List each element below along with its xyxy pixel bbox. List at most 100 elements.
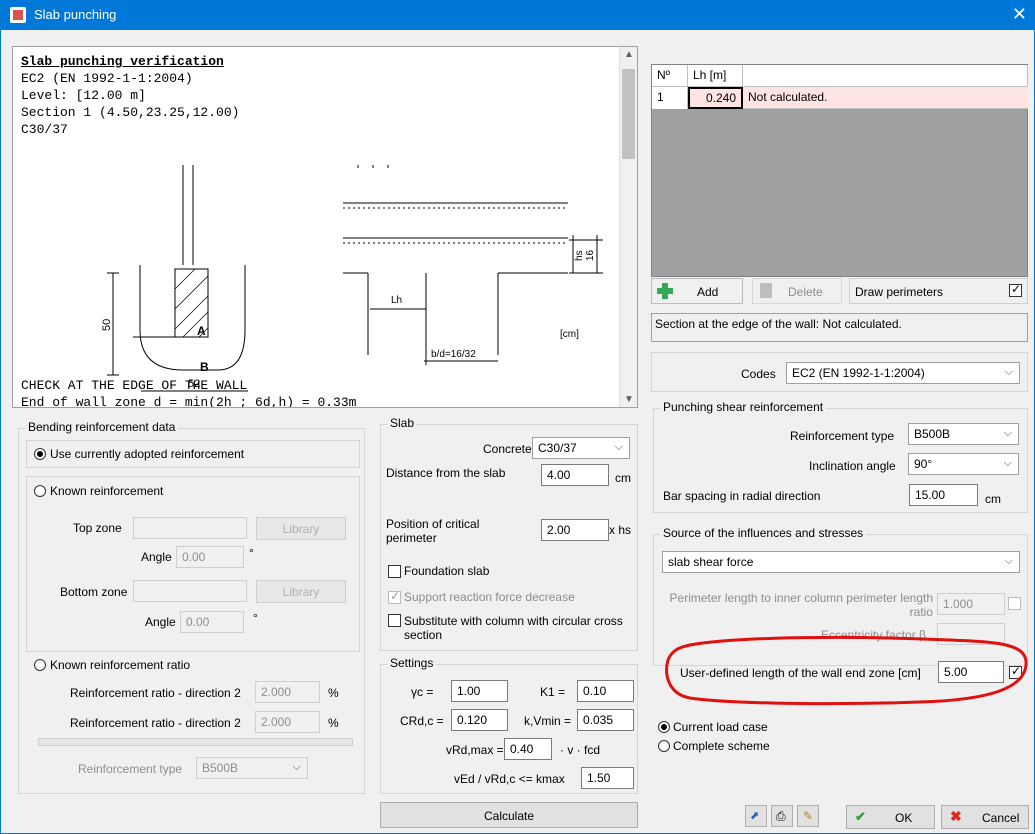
support-label[interactable]: Support reaction force decrease	[404, 590, 575, 604]
draw-perimeters-checkbox[interactable]: ✓	[1009, 282, 1022, 297]
dim-50: 50	[101, 319, 113, 331]
bottom-library-button[interactable]: Library	[256, 580, 346, 603]
ok-label: OK	[895, 811, 913, 825]
scroll-up-icon[interactable]: ▲	[624, 49, 634, 60]
position-input[interactable]: 2.00	[541, 519, 609, 541]
cancel-icon: ✖	[950, 808, 962, 824]
status-text: Section at the edge of the wall: Not cal…	[651, 313, 1028, 342]
gamma-c-input[interactable]: 1.00	[451, 680, 508, 702]
ratio-input-1[interactable]: 2.000	[255, 681, 320, 703]
print-button[interactable]: ⎙	[771, 805, 793, 827]
ratio-input-2[interactable]: 2.000	[255, 711, 320, 733]
check-icon: ✔	[855, 809, 866, 824]
ved-label: vEd / vRd,c <= kmax	[454, 772, 565, 786]
chevron-down-icon: ⌵	[292, 761, 301, 773]
kvmin-input[interactable]: 0.035	[577, 709, 634, 731]
codes-select[interactable]: EC2 (EN 1992-1-1:2004) ⌵	[786, 362, 1020, 384]
report-bottom: CHECK AT THE EDGE OF THE WALL End of wal…	[21, 377, 357, 408]
calculate-button[interactable]: Calculate	[380, 802, 638, 828]
complete-scheme-radio[interactable]	[658, 740, 670, 752]
scroll-down-icon[interactable]: ▼	[624, 394, 634, 405]
edit-button[interactable]: ✎	[797, 805, 819, 827]
ratio-label-1: Reinforcement ratio - direction 2	[70, 686, 241, 700]
chart-button[interactable]: ⬈	[745, 805, 767, 827]
current-load-label[interactable]: Current load case	[673, 720, 768, 734]
crd-input[interactable]: 0.120	[451, 709, 508, 731]
support-checkbox[interactable]: ✓	[388, 589, 401, 604]
k1-label: K1 =	[540, 685, 566, 699]
close-icon[interactable]: ✕	[1012, 4, 1027, 25]
label-b: B	[200, 360, 209, 374]
top-library-button[interactable]: Library	[256, 517, 346, 540]
top-zone-label: Top zone	[73, 521, 122, 535]
known-reinforcement-label[interactable]: Known reinforcement	[50, 484, 163, 498]
unit-cm: [cm]	[560, 329, 579, 340]
app-icon	[10, 7, 26, 23]
inclination-select[interactable]: 90° ⌵	[908, 453, 1019, 475]
bottom-zone-label: Bottom zone	[60, 585, 128, 599]
chevron-down-icon: ⌵	[1004, 555, 1013, 567]
ok-button[interactable]: ✔ OK	[846, 805, 935, 829]
k1-input[interactable]: 0.10	[577, 680, 634, 702]
perimeter-ratio-checkbox[interactable]	[1008, 597, 1021, 610]
perimeter-grid[interactable]: Nº Lh [m] 1 0.240 Not calculated.	[651, 64, 1028, 277]
report-scrollbar[interactable]: ▲ ▼	[619, 47, 637, 407]
codes-label: Codes	[741, 367, 776, 381]
report-line: EC2 (EN 1992-1-1:2004)	[21, 71, 193, 86]
group-title: Bending reinforcement data	[25, 420, 179, 434]
source-select[interactable]: slab shear force ⌵	[662, 551, 1020, 573]
check-icon: ✓	[1011, 282, 1022, 296]
report-bottom-line: End of wall zone d = min(2h ; 6d,h) = 0.…	[21, 395, 357, 408]
ratio-scrollbar[interactable]	[38, 738, 353, 746]
current-load-radio[interactable]	[658, 721, 670, 733]
spacing-label: Bar spacing in radial direction	[663, 489, 821, 503]
report-line: C30/37	[21, 122, 68, 137]
chart-icon: ⬈	[750, 810, 760, 822]
scroll-thumb[interactable]	[622, 69, 635, 159]
top-zone-input[interactable]	[133, 517, 247, 539]
complete-scheme-label[interactable]: Complete scheme	[673, 739, 770, 753]
col-header-lh: Lh [m]	[688, 65, 743, 87]
use-current-label[interactable]: Use currently adopted reinforcement	[50, 447, 244, 461]
draw-perimeters-label[interactable]: Draw perimeters	[855, 285, 943, 299]
kvmin-label: k,Vmin =	[524, 714, 572, 728]
spacing-input[interactable]: 15.00	[909, 484, 978, 506]
title-bar: Slab punching ✕	[0, 0, 1035, 30]
perimeter-ratio-input[interactable]: 1.000	[937, 593, 1005, 615]
edit-icon: ✎	[803, 809, 814, 823]
vrd-input[interactable]: 0.40	[504, 738, 552, 760]
substitute-checkbox[interactable]	[388, 614, 401, 627]
angle-top-input[interactable]: 0.00	[176, 546, 244, 568]
ved-input[interactable]: 1.50	[581, 767, 634, 789]
spacing-unit: cm	[985, 492, 1001, 506]
foundation-checkbox[interactable]	[388, 565, 401, 578]
foundation-label[interactable]: Foundation slab	[404, 564, 489, 578]
substitute-label[interactable]: Substitute with column with circular cro…	[404, 614, 634, 642]
report-line: Section 1 (4.50,23.25,12.00)	[21, 105, 240, 120]
row-no: 1	[652, 87, 688, 109]
chevron-down-icon: ⌵	[1004, 366, 1013, 378]
distance-label: Distance from the slab	[386, 466, 506, 480]
distance-input[interactable]: 4.00	[541, 464, 609, 486]
perimeter-ratio-label: Perimeter length to inner column perimet…	[669, 591, 933, 619]
cancel-button[interactable]: ✖ Cancel	[941, 805, 1029, 829]
bending-reinf-type-select[interactable]: B500B ⌵	[196, 757, 308, 779]
report-panel[interactable]: Slab punching verification EC2 (EN 1992-…	[12, 46, 638, 408]
row-lh-input[interactable]: 0.240	[688, 87, 743, 109]
known-reinforcement-radio[interactable]	[34, 485, 46, 497]
known-ratio-label[interactable]: Known reinforcement ratio	[50, 658, 190, 672]
report-line: Level: [12.00 m]	[21, 88, 146, 103]
punching-reinf-type-select[interactable]: B500B ⌵	[908, 423, 1019, 445]
angle-bottom-input[interactable]: 0.00	[180, 611, 244, 633]
degree-label: °	[253, 611, 258, 625]
use-current-radio[interactable]	[34, 448, 46, 460]
inclination-label: Inclination angle	[809, 459, 896, 473]
gamma-c-label: γc =	[411, 685, 434, 699]
concrete-select[interactable]: C30/37 ⌵	[532, 437, 630, 459]
label-a: A	[197, 324, 206, 338]
degree-label: °	[249, 546, 254, 560]
punching-reinf-type-value: B500B	[914, 427, 951, 441]
add-button-frame[interactable]	[651, 278, 743, 304]
known-ratio-radio[interactable]	[34, 659, 46, 671]
bottom-zone-input[interactable]	[133, 580, 247, 602]
